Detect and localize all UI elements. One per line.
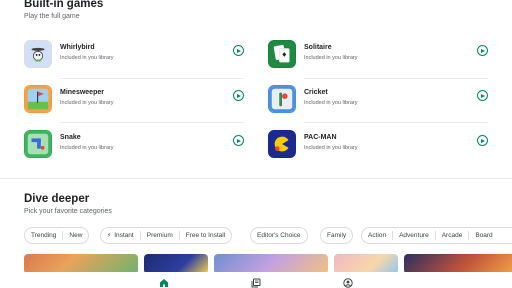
game-item-pacman[interactable]: PAC-MAN Included in you library (268, 130, 488, 166)
chip-group-genres: Action Adventure Arcade Board (361, 227, 512, 244)
game-name: Solitaire (304, 44, 332, 51)
account-icon[interactable] (343, 275, 353, 288)
solitaire-icon (268, 40, 296, 68)
game-subtitle: Included in you library (304, 145, 358, 151)
dive-section-subtitle: Pick your favorite categories (24, 208, 112, 215)
game-subtitle: Included in you library (60, 55, 114, 61)
divider (304, 78, 488, 79)
chip-editors-choice[interactable]: Editor's Choice (250, 227, 308, 244)
chip-separator (139, 231, 141, 240)
bottom-navigation (0, 272, 512, 288)
chip-group-trending-new: Trending New (24, 227, 90, 244)
category-thumbnail[interactable] (24, 254, 138, 274)
section-divider (0, 178, 512, 179)
category-thumbnail[interactable] (334, 254, 398, 274)
game-name: Minesweeper (60, 89, 104, 96)
snake-icon (24, 130, 52, 158)
divider (60, 78, 244, 79)
chip-premium[interactable]: Premium (147, 232, 173, 239)
game-item-solitaire[interactable]: Solitaire Included in you library (268, 40, 488, 76)
play-icon[interactable] (233, 45, 244, 56)
lightning-icon: ⚡︎ (107, 233, 112, 239)
minesweeper-icon (24, 85, 52, 113)
game-item-whirlybird[interactable]: Whirlybird Included in you library (24, 40, 244, 76)
category-thumbnail[interactable] (144, 254, 208, 274)
dive-section-title: Dive deeper (24, 193, 90, 205)
game-item-cricket[interactable]: Cricket Included in you library (268, 85, 488, 121)
game-subtitle: Included in you library (304, 100, 358, 106)
chip-family[interactable]: Family (320, 227, 354, 244)
chip-separator (468, 231, 470, 240)
game-name: Whirlybird (60, 44, 95, 51)
game-subtitle: Included in you library (60, 100, 114, 106)
game-name: Snake (60, 134, 81, 141)
chip-family-label: Family (327, 232, 347, 239)
chip-new[interactable]: New (69, 232, 82, 239)
library-icon[interactable] (251, 275, 261, 288)
game-name: Cricket (304, 89, 328, 96)
category-thumbnail[interactable] (214, 254, 328, 274)
game-subtitle: Included in you library (304, 55, 358, 61)
divider (304, 122, 488, 123)
chip-adventure[interactable]: Adventure (399, 232, 429, 239)
divider (60, 122, 244, 123)
game-item-snake[interactable]: Snake Included in you library (24, 130, 244, 166)
chip-editors-choice-label: Editor's Choice (257, 232, 301, 239)
play-icon[interactable] (477, 45, 488, 56)
builtin-section-subtitle: Play the full game (24, 13, 80, 20)
game-subtitle: Included in you library (60, 145, 114, 151)
chip-free-to-install[interactable]: Free to Install (186, 232, 225, 239)
play-icon[interactable] (477, 135, 488, 146)
chip-separator (434, 231, 436, 240)
chip-separator (178, 231, 180, 240)
chip-action[interactable]: Action (368, 232, 386, 239)
chip-board[interactable]: Board (475, 232, 492, 239)
chip-separator (392, 231, 394, 240)
play-icon[interactable] (477, 90, 488, 101)
pacman-icon (268, 130, 296, 158)
chip-trending[interactable]: Trending (31, 232, 56, 239)
chip-separator (62, 231, 64, 240)
chip-group-instant: ⚡︎ Instant Premium Free to Install (100, 227, 233, 244)
chip-arcade[interactable]: Arcade (442, 232, 463, 239)
whirlybird-icon (24, 40, 52, 68)
chip-instant[interactable]: Instant (114, 232, 134, 239)
category-thumbnail[interactable] (404, 254, 512, 274)
home-icon[interactable] (159, 275, 169, 287)
play-icon[interactable] (233, 90, 244, 101)
game-name: PAC-MAN (304, 134, 337, 141)
builtin-section-title: Built-in games (24, 0, 104, 10)
game-item-minesweeper[interactable]: Minesweeper Included in you library (24, 85, 244, 121)
cricket-icon (268, 85, 296, 113)
play-icon[interactable] (233, 135, 244, 146)
